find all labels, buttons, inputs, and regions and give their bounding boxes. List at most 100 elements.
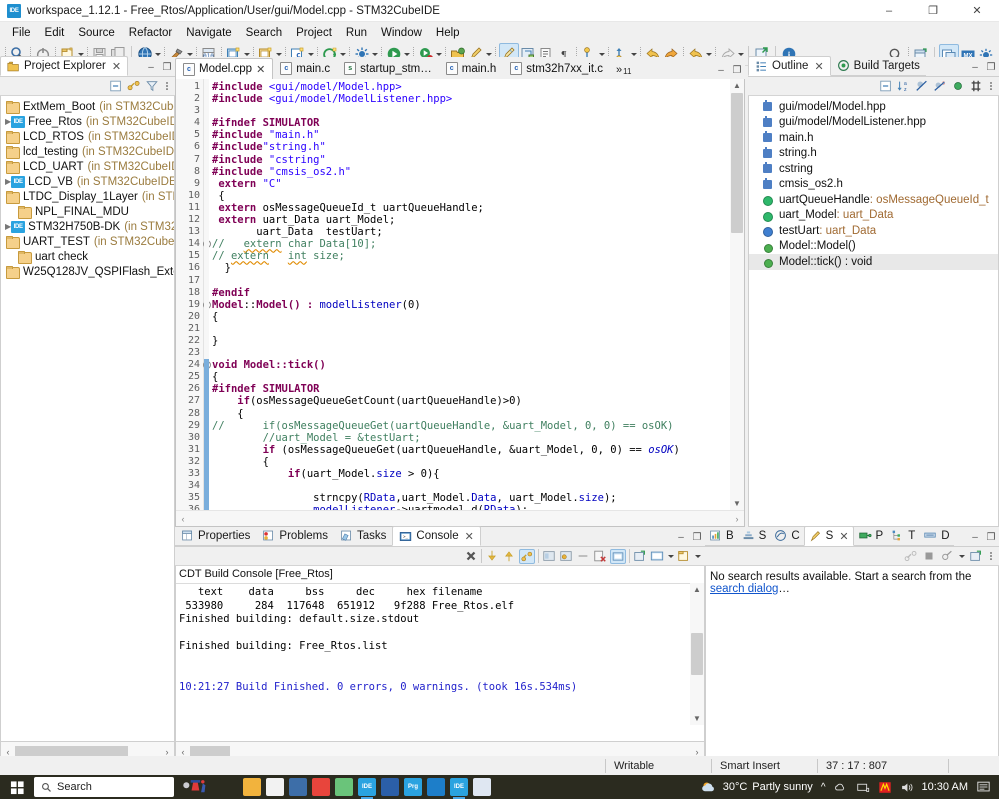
vscroll-thumb[interactable] [731,93,743,233]
close-icon[interactable]: ✕ [814,60,823,73]
hscroll-left-arrow-icon[interactable]: ‹ [176,514,190,524]
tab-search[interactable]: S ✕ [803,526,854,546]
outline-item[interactable]: string.h [749,146,998,162]
project-tree-item[interactable]: NPL_FINAL_MDU [1,204,174,219]
search-dialog-link[interactable]: search dialog [710,583,778,595]
outline-item[interactable]: cstring [749,161,998,177]
hide-fields-icon[interactable] [915,79,929,93]
editor-tab[interactable]: c Model.cpp ✕ [175,58,274,79]
code-line[interactable]: #endif [209,287,730,299]
close-icon[interactable]: ✕ [112,60,121,73]
view-menu-icon[interactable] [163,79,171,93]
view-menu-icon[interactable] [987,79,995,93]
collapse-all-icon[interactable] [879,79,893,93]
more-tabs-button[interactable]: » 11 [610,64,637,79]
edge-icon[interactable] [427,778,445,796]
search-menu-caret-icon[interactable] [958,549,965,563]
filter-icon[interactable] [969,79,983,93]
code-line[interactable]: // extern char Data[10]; [209,238,730,250]
code-line[interactable]: #ifndef SIMULATOR [209,117,730,129]
scroll-up-arrow-icon[interactable]: ▲ [690,583,704,596]
project-tree-item[interactable]: W25Q128JV_QSPIFlash_ExternalMe [1,264,174,279]
source-code-text[interactable]: #include <gui/model/Model.hpp> #include <… [209,79,730,510]
close-icon[interactable]: ✕ [839,530,848,543]
menu-file[interactable]: File [5,25,38,41]
project-tree-item[interactable]: ▶IDESTM32H750B-DK(in STM32CubeID [1,219,174,234]
project-tree-item[interactable]: UART_TEST(in STM32CubeIDE) [1,234,174,249]
console-vertical-scrollbar[interactable]: ▲ ▼ [690,583,704,725]
chevron-up-icon[interactable]: ^ [821,782,826,793]
file-explorer-icon[interactable] [243,778,261,796]
minimize-view-button[interactable]: – [967,528,983,546]
menu-navigate[interactable]: Navigate [179,25,238,41]
editor-tab[interactable]: c main.h [439,58,504,79]
code-line[interactable]: void Model::tick() [209,359,730,371]
editor-tab[interactable]: c main.c [273,58,337,79]
outline-item[interactable]: testUart : uart_Data [749,223,998,239]
code-line[interactable]: } [209,262,730,274]
menu-project[interactable]: Project [289,25,339,41]
console-output-area[interactable]: text data bss dec hex filename 533980 28… [176,583,690,725]
project-tree-item[interactable]: uart check [1,249,174,264]
open-console-icon[interactable] [650,549,664,563]
code-line[interactable]: #include "cmsis_os2.h" [209,166,730,178]
minimize-view-button[interactable]: – [967,58,983,76]
outline-item[interactable]: gui/model/ModelListener.hpp [749,115,998,131]
code-line[interactable]: #ifndef SIMULATOR [209,383,730,395]
project-tree-item[interactable]: LCD_UART(in STM32CubeIDE) [1,159,174,174]
code-line[interactable]: { [209,311,730,323]
task-view-icon[interactable] [220,778,238,796]
code-line[interactable]: { [209,190,730,202]
scroll-up-arrow-icon[interactable]: ▲ [730,79,744,92]
code-line[interactable]: #include"string.h" [209,141,730,153]
pin-console-icon[interactable] [559,549,573,563]
hide-static-icon[interactable]: s [933,79,947,93]
outline-item[interactable]: Model::Model() [749,239,998,255]
onedrive-icon[interactable] [834,781,848,794]
filter-icon[interactable] [145,79,159,93]
code-line[interactable]: extern osMessageQueueId_t uartQueueHandl… [209,202,730,214]
new-search-view-icon[interactable] [969,549,983,563]
code-line[interactable] [209,347,730,359]
app2-icon[interactable] [381,778,399,796]
console-menu-caret-icon[interactable] [694,549,701,563]
scroll-down-arrow-icon[interactable]: ▼ [730,497,744,510]
tab-build-targets[interactable]: Build Targets [830,56,926,76]
vscroll-thumb[interactable] [691,633,703,675]
outline-item[interactable]: uartQueueHandle : osMessageQueueId_t [749,192,998,208]
project-tree[interactable]: ExtMem_Boot(in STM32CubeIDE)▶IDEFree_Rto… [0,96,175,742]
view-menu-icon[interactable] [987,549,995,563]
code-line[interactable]: strncpy(RData,uart_Model.Data, uart_Mode… [209,492,730,504]
close-icon[interactable]: ✕ [465,530,474,543]
open-console-menu-icon[interactable] [677,549,691,563]
code-line[interactable]: #include "cstring" [209,154,730,166]
maximize-editor-button[interactable]: ❐ [729,61,745,79]
run-search-icon[interactable] [904,549,918,563]
code-line[interactable]: { [209,371,730,383]
tab-outline[interactable]: Outline ✕ [748,56,831,76]
close-button[interactable]: ✕ [955,0,999,22]
open-console-caret-icon[interactable] [667,549,674,563]
weather-tray[interactable]: 30°C Partly sunny [701,780,813,795]
hscroll-track[interactable] [190,511,730,527]
outline-item[interactable]: gui/model/Model.hpp [749,99,998,115]
code-line[interactable]: Model::Model() : modelListener(0) [209,299,730,311]
code-line[interactable]: if (osMessageQueueGet(uartQueueHandle, &… [209,444,730,456]
hscroll-right-arrow-icon[interactable]: › [730,514,744,524]
code-line[interactable]: #include "main.h" [209,129,730,141]
minimize-view-button[interactable]: – [143,58,159,76]
maximize-view-button[interactable]: ❐ [983,58,999,76]
editor-tab[interactable]: s startup_stm… [337,58,439,79]
project-tree-item[interactable]: LTDC_Display_1Layer(in STM32Cu [1,189,174,204]
tab-project-explorer[interactable]: Project Explorer ✕ [0,56,129,76]
code-line[interactable]: extern uart_Data uart_Model; [209,214,730,226]
tab-tasks[interactable]: Tasks [334,526,393,546]
editor-vertical-scrollbar[interactable]: ▲ ▼ [730,79,744,510]
notepad-icon[interactable] [335,778,353,796]
code-line[interactable]: { [209,456,730,468]
maximize-restore-button[interactable]: ❐ [911,0,955,22]
code-line[interactable]: //uart_Model = &testUart; [209,432,730,444]
scroll-down-arrow-icon[interactable]: ▼ [690,712,704,725]
tab-progress[interactable]: P [853,526,888,546]
image-app-icon[interactable] [473,778,491,796]
